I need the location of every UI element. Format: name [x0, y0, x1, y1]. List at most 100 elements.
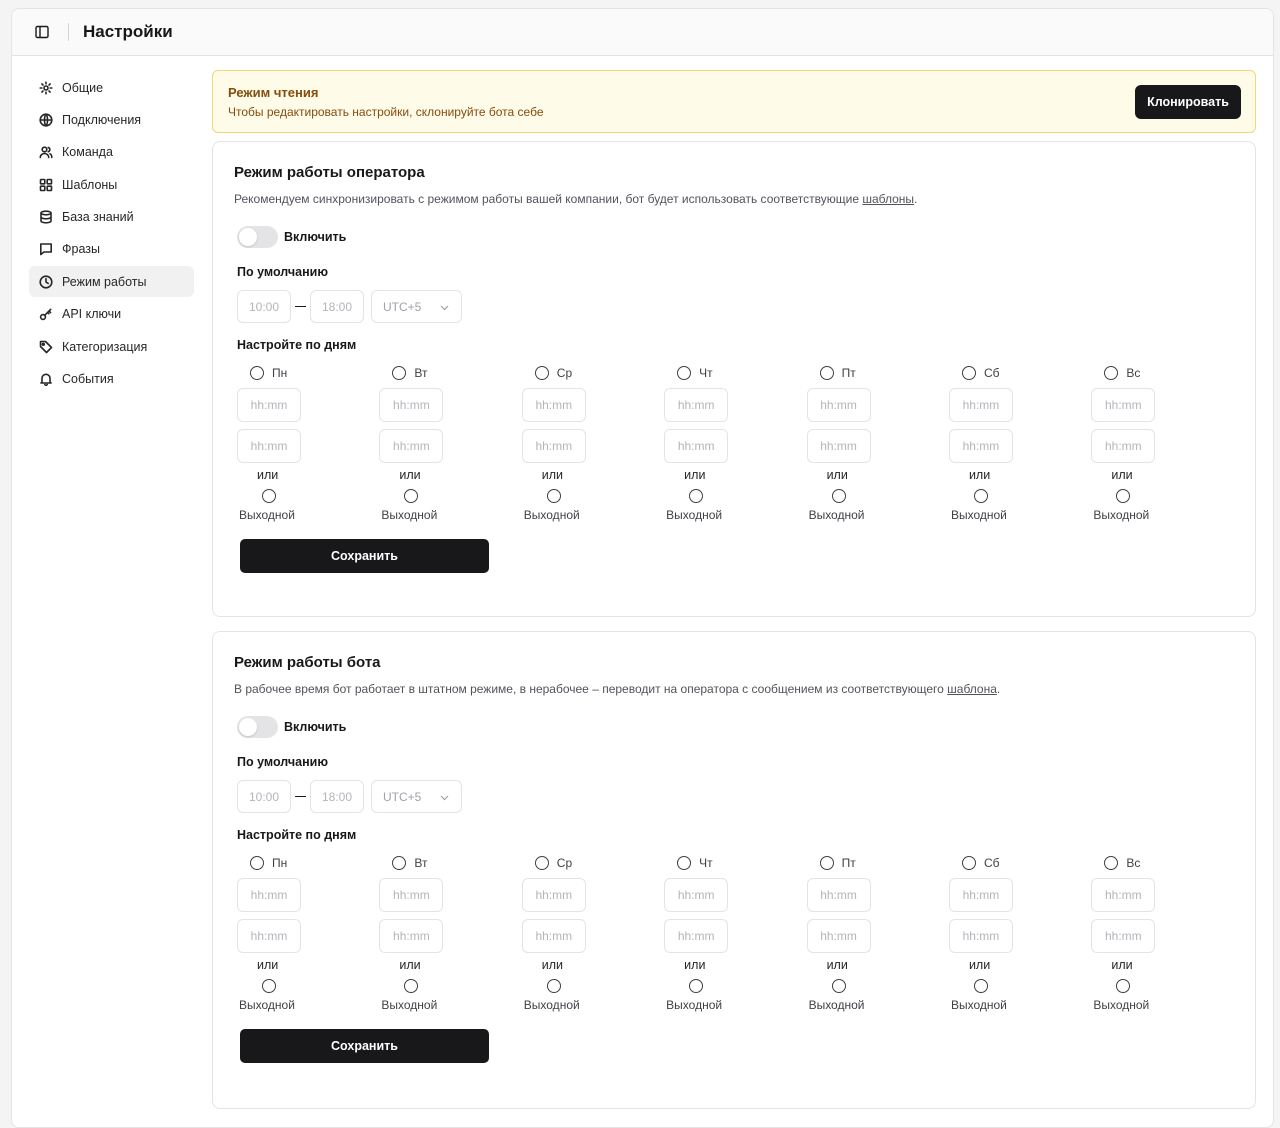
section-description: Рекомендуем синхронизировать с режимом р…: [234, 192, 1234, 206]
day-label: Сб: [983, 366, 1000, 380]
weekend-label: Выходной: [239, 998, 295, 1012]
day-checkbox[interactable]: [392, 366, 407, 380]
default-end-input[interactable]: 18:00: [310, 780, 364, 813]
days-grid: Пн hh:mm hh:mm или Выходной Вт hh:mm hh:mm или Вы…: [237, 855, 1234, 1012]
sidebar-item-work-mode[interactable]: Режим работы: [29, 266, 194, 298]
weekend-checkbox[interactable]: [262, 489, 276, 503]
day-start-input[interactable]: hh:mm: [948, 878, 1013, 912]
day-checkbox[interactable]: [819, 366, 834, 380]
enable-toggle[interactable]: [237, 226, 278, 248]
enable-toggle[interactable]: [237, 716, 278, 738]
templates-link[interactable]: шаблона: [947, 682, 997, 696]
timezone-select[interactable]: UTC+5: [371, 290, 462, 323]
day-checkbox[interactable]: [677, 366, 692, 380]
sidebar-item-general[interactable]: Общие: [29, 72, 194, 103]
day-end-input[interactable]: hh:mm: [379, 429, 444, 463]
day-checkbox[interactable]: [961, 366, 976, 380]
day-checkbox[interactable]: [961, 856, 976, 870]
day-end-input[interactable]: hh:mm: [237, 429, 301, 463]
day-start-input[interactable]: hh:mm: [521, 878, 586, 912]
day-start-input[interactable]: hh:mm: [1091, 878, 1156, 912]
sidebar-item-knowledge-base[interactable]: База знаний: [29, 202, 194, 233]
weekend-checkbox[interactable]: [973, 489, 988, 503]
sidebar-item-api-keys[interactable]: API ключи: [29, 299, 194, 330]
bot-schedule-card: Режим работы бота В рабочее время бот раб…: [212, 631, 1256, 1109]
default-start-input[interactable]: 10:00: [237, 290, 291, 323]
day-checkbox[interactable]: [677, 856, 692, 870]
range-dash: [295, 796, 306, 797]
weekend-checkbox[interactable]: [689, 979, 704, 993]
timezone-value: UTC+5: [383, 789, 422, 804]
day-end-input[interactable]: hh:mm: [664, 919, 729, 953]
day-start-input[interactable]: hh:mm: [237, 388, 301, 422]
day-start-input[interactable]: hh:mm: [1091, 388, 1156, 422]
day-end-input[interactable]: hh:mm: [521, 429, 586, 463]
day-start-input[interactable]: hh:mm: [948, 388, 1013, 422]
sidebar-item-categorization[interactable]: Категоризация: [29, 331, 194, 362]
day-end-input[interactable]: hh:mm: [806, 919, 871, 953]
day-start-input[interactable]: hh:mm: [379, 388, 444, 422]
day-label: Вт: [414, 366, 428, 380]
day-end-input[interactable]: hh:mm: [1091, 919, 1156, 953]
templates-link[interactable]: шаблоны: [862, 192, 914, 206]
sidebar-item-phrases[interactable]: Фразы: [29, 234, 194, 265]
or-label: или: [257, 958, 279, 972]
weekend-checkbox[interactable]: [1116, 979, 1131, 993]
day-end-input[interactable]: hh:mm: [379, 919, 444, 953]
weekend-checkbox[interactable]: [1116, 489, 1131, 503]
weekend-label: Выходной: [239, 508, 295, 522]
save-button[interactable]: Сохранить: [240, 539, 489, 573]
timezone-select[interactable]: UTC+5: [371, 780, 462, 813]
sidebar-item-events[interactable]: События: [29, 364, 194, 395]
enable-row: Включить: [237, 226, 1234, 248]
day-end-input[interactable]: hh:mm: [1091, 429, 1156, 463]
day-checkbox[interactable]: [534, 366, 549, 380]
day-start-input[interactable]: hh:mm: [664, 388, 729, 422]
day-end-input[interactable]: hh:mm: [948, 429, 1013, 463]
day-end-input[interactable]: hh:mm: [521, 919, 586, 953]
day-checkbox[interactable]: [1104, 366, 1119, 380]
default-start-input[interactable]: 10:00: [237, 780, 291, 813]
clone-button[interactable]: Клонировать: [1135, 84, 1241, 119]
day-start-input[interactable]: hh:mm: [237, 878, 301, 912]
day-start-input[interactable]: hh:mm: [521, 388, 586, 422]
weekend-checkbox[interactable]: [404, 979, 419, 993]
weekend-checkbox[interactable]: [546, 979, 561, 993]
day-checkbox[interactable]: [250, 366, 264, 380]
default-end-input[interactable]: 18:00: [310, 290, 364, 323]
sidebar-item-label: Общие: [62, 80, 104, 95]
day-checkbox[interactable]: [392, 856, 407, 870]
sidebar-item-team[interactable]: Команда: [29, 137, 194, 168]
day-checkbox[interactable]: [534, 856, 549, 870]
sidebar-toggle-icon[interactable]: [32, 22, 52, 42]
header: Настройки: [12, 9, 1273, 56]
day-end-input[interactable]: hh:mm: [948, 919, 1013, 953]
sidebar-item-connections[interactable]: Подключения: [29, 104, 194, 135]
default-label: По умолчанию: [237, 755, 329, 769]
day-checkbox[interactable]: [250, 856, 264, 870]
save-button[interactable]: Сохранить: [240, 1029, 489, 1063]
day-end-input[interactable]: hh:mm: [664, 429, 729, 463]
day-start-input[interactable]: hh:mm: [806, 878, 871, 912]
sidebar-item-templates[interactable]: Шаблоны: [29, 169, 194, 200]
weekend-checkbox[interactable]: [689, 489, 704, 503]
description-text: В рабочее время бот работает в штатном р…: [234, 682, 948, 696]
weekend-checkbox[interactable]: [831, 489, 846, 503]
weekend-checkbox[interactable]: [831, 979, 846, 993]
weekend-checkbox[interactable]: [546, 489, 561, 503]
day-end-input[interactable]: hh:mm: [806, 429, 871, 463]
page-title: Настройки: [83, 22, 173, 41]
day-checkbox[interactable]: [819, 856, 834, 870]
day-checkbox[interactable]: [1104, 856, 1119, 870]
weekend-checkbox[interactable]: [404, 489, 419, 503]
message-icon: [39, 242, 53, 256]
day-start-input[interactable]: hh:mm: [806, 388, 871, 422]
section-title: Режим работы оператора: [234, 164, 425, 181]
weekend-checkbox[interactable]: [262, 979, 276, 993]
day-start-input[interactable]: hh:mm: [664, 878, 729, 912]
days-label: Настройте по дням: [237, 338, 357, 352]
day-header: Пт: [819, 365, 949, 381]
day-end-input[interactable]: hh:mm: [237, 919, 301, 953]
day-start-input[interactable]: hh:mm: [379, 878, 444, 912]
weekend-checkbox[interactable]: [973, 979, 988, 993]
